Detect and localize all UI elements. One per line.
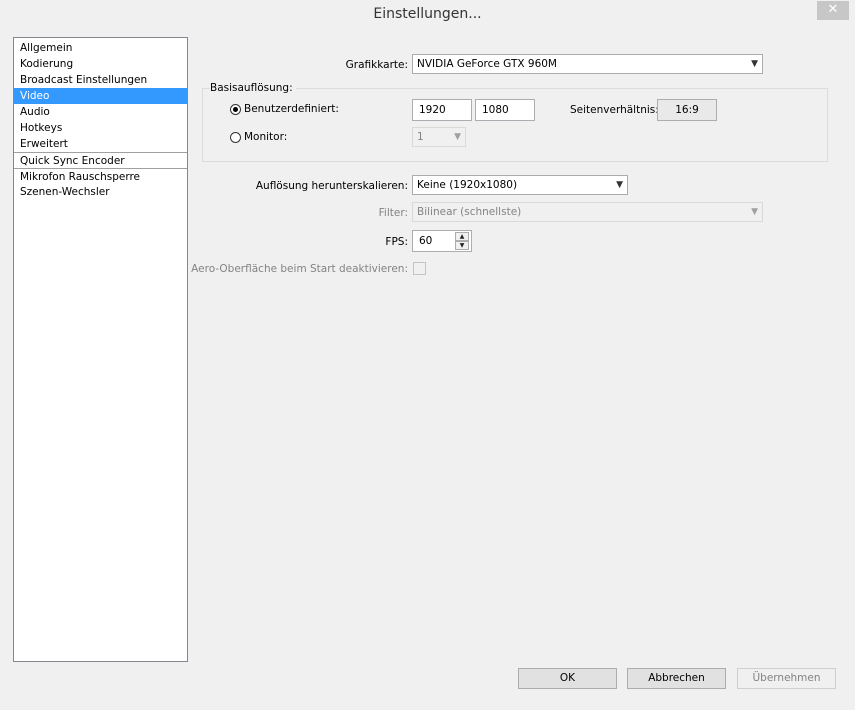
filter-dropdown[interactable]: Bilinear (schnellste) ▼	[412, 202, 763, 222]
chevron-down-icon: ▼	[616, 180, 623, 190]
spin-up-icon[interactable]: ▲	[455, 232, 469, 241]
monitor-label: Monitor:	[244, 131, 288, 143]
width-input[interactable]: 1920	[412, 99, 472, 121]
spin-down-icon[interactable]: ▼	[455, 241, 469, 250]
downscale-dropdown[interactable]: Keine (1920x1080) ▼	[412, 175, 628, 195]
sidebar-item-broadcast[interactable]: Broadcast Einstellungen	[14, 72, 187, 88]
graphics-card-value: NVIDIA GeForce GTX 960M	[417, 58, 557, 70]
sidebar-item-quick-sync[interactable]: Quick Sync Encoder	[14, 152, 187, 168]
monitor-value: 1	[417, 131, 424, 143]
base-resolution-title: Basisauflösung:	[210, 82, 296, 94]
apply-button[interactable]: Übernehmen	[737, 668, 836, 689]
graphics-card-label: Grafikkarte:	[345, 59, 408, 71]
graphics-card-dropdown[interactable]: NVIDIA GeForce GTX 960M ▼	[412, 54, 763, 74]
custom-resolution-label: Benutzerdefiniert:	[244, 103, 339, 115]
window-title: Einstellungen...	[373, 6, 482, 22]
aero-disable-checkbox[interactable]	[413, 262, 426, 275]
sidebar-item-hotkeys[interactable]: Hotkeys	[14, 120, 187, 136]
close-button[interactable]: ✕	[817, 1, 849, 20]
aero-disable-label: Aero-Oberfläche beim Start deaktivieren:	[191, 263, 408, 275]
sidebar-item-erweitert[interactable]: Erweitert	[14, 136, 187, 152]
sidebar-item-video[interactable]: Video	[14, 88, 187, 104]
downscale-label: Auflösung herunterskalieren:	[255, 180, 408, 192]
sidebar-item-allgemein[interactable]: Allgemein	[14, 40, 187, 56]
aspect-ratio-label: Seitenverhältnis:	[570, 104, 659, 116]
sidebar-item-audio[interactable]: Audio	[14, 104, 187, 120]
settings-category-list[interactable]: Allgemein Kodierung Broadcast Einstellun…	[13, 37, 188, 662]
sidebar-item-noise-gate[interactable]: Mikrofon Rauschsperre	[14, 168, 187, 184]
cancel-button[interactable]: Abbrechen	[627, 668, 726, 689]
downscale-value: Keine (1920x1080)	[417, 179, 518, 191]
chevron-down-icon: ▼	[454, 132, 461, 142]
ok-button[interactable]: OK	[518, 668, 617, 689]
monitor-dropdown[interactable]: 1 ▼	[412, 127, 466, 147]
title-bar: Einstellungen... ✕	[0, 0, 855, 30]
filter-label: Filter:	[378, 207, 408, 219]
fps-value: 60	[419, 235, 433, 247]
aspect-ratio-value: 16:9	[657, 99, 717, 121]
filter-value: Bilinear (schnellste)	[417, 206, 522, 218]
monitor-radio[interactable]	[230, 132, 241, 143]
custom-resolution-radio[interactable]	[230, 104, 241, 115]
height-input[interactable]: 1080	[475, 99, 535, 121]
chevron-down-icon: ▼	[751, 207, 758, 217]
fps-label: FPS:	[385, 236, 408, 248]
chevron-down-icon: ▼	[751, 59, 758, 69]
sidebar-item-kodierung[interactable]: Kodierung	[14, 56, 187, 72]
sidebar-item-scene-switcher[interactable]: Szenen-Wechsler	[14, 184, 187, 200]
